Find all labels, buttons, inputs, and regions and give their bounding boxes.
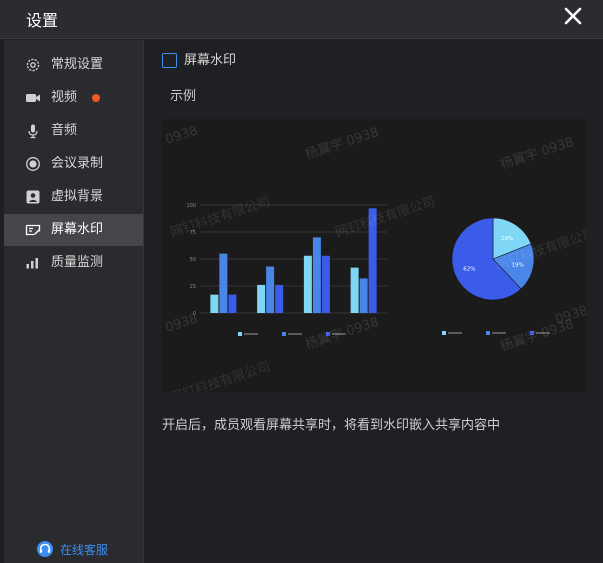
legend-marker xyxy=(486,331,490,335)
bar xyxy=(350,267,359,313)
sidebar-item-label: 音频 xyxy=(51,123,78,138)
window-title: 设置 xyxy=(26,11,59,30)
example-label: 示例 xyxy=(170,89,197,104)
watermark-description: 开启后，成员观看屏幕共享时，将看到水印嵌入共享内容中 xyxy=(162,418,501,433)
sidebar-item-screen-watermark[interactable]: 屏幕水印 xyxy=(4,214,143,246)
sidebar-item-recording[interactable]: 会议录制 xyxy=(4,148,143,180)
watermark-text: 0938 xyxy=(164,311,200,335)
pie-data-label: 19% xyxy=(501,236,513,242)
bar xyxy=(228,294,237,313)
close-button[interactable] xyxy=(559,2,587,30)
portrait-icon xyxy=(26,190,40,204)
sidebar-item-label: 视频 xyxy=(51,90,78,105)
gear-icon xyxy=(26,58,40,72)
sidebar-item-label: 屏幕水印 xyxy=(51,222,104,237)
sidebar-item-video[interactable]: 视频 xyxy=(4,82,143,114)
legend-marker xyxy=(238,332,242,336)
sidebar-item-label: 质量监测 xyxy=(51,255,104,270)
watermark-company-text: 网钉科技有限公司 xyxy=(334,194,438,240)
watermark-text: 杨翼宇 0938 xyxy=(499,135,576,173)
sidebar-item-general[interactable]: 常规设置 xyxy=(4,49,143,81)
watermark-company-text: 网钉科技有限公司 xyxy=(169,359,273,392)
video-camera-icon xyxy=(26,94,40,102)
y-tick-label: 25 xyxy=(190,284,196,290)
legend-text-placeholder xyxy=(448,332,462,334)
online-service-label: 在线客服 xyxy=(60,542,109,557)
watermark-preview: 100 75 50 25 0 19% 19% 62% 杨翼宇 0938 杨翼宇 0938 杨翼宇 0… xyxy=(162,119,586,392)
signal-bars-icon xyxy=(26,258,38,269)
bar xyxy=(210,294,219,313)
sidebar-item-virtual-background[interactable]: 虚拟背景 xyxy=(4,181,143,213)
bar xyxy=(275,284,284,313)
watermark-icon xyxy=(25,224,41,236)
bar xyxy=(303,255,312,313)
legend-text-placeholder xyxy=(244,333,258,335)
bar xyxy=(359,278,368,313)
pie-data-label: 62% xyxy=(463,266,475,272)
legend-marker xyxy=(442,331,446,335)
settings-sidebar: 常规设置 视频 音频 会议录制 虚拟背景 屏幕水印 质量监测 在线客服 xyxy=(4,40,144,563)
bar xyxy=(257,284,266,313)
sidebar-item-audio[interactable]: 音频 xyxy=(4,115,143,147)
title-bar: 设置 xyxy=(0,0,603,39)
bar xyxy=(312,237,321,313)
watermark-text: 杨翼宇 0938 xyxy=(304,315,381,353)
sidebar-item-label: 常规设置 xyxy=(51,57,104,72)
record-icon xyxy=(26,157,40,171)
watermark-text: 0938 xyxy=(164,123,200,147)
close-icon xyxy=(564,7,582,25)
notification-dot xyxy=(92,94,100,102)
bar xyxy=(321,255,330,313)
watermark-settings-panel: 屏幕水印 示例 100 75 50 25 0 19% 19% 62% 杨翼宇 0938 杨翼宇 0… xyxy=(145,40,603,563)
sidebar-item-label: 会议录制 xyxy=(51,156,104,171)
legend-text-placeholder xyxy=(492,332,506,334)
online-service-link[interactable]: 在线客服 xyxy=(36,539,108,559)
watermark-company-text: 网钉科技有限公司 xyxy=(169,194,273,240)
sidebar-item-quality[interactable]: 质量监测 xyxy=(4,247,143,279)
legend-marker xyxy=(282,332,286,336)
preview-canvas: 100755025019%19%62%杨翼宇 0938 杨翼宇 0938杨翼宇 0… xyxy=(164,123,586,392)
watermark-checkbox-label[interactable]: 屏幕水印 xyxy=(184,53,236,69)
microphone-icon xyxy=(28,124,38,139)
sidebar-item-label: 虚拟背景 xyxy=(51,189,104,204)
y-tick-label: 100 xyxy=(186,203,196,209)
watermark-text: 杨翼宇 0938 xyxy=(304,125,381,163)
bar xyxy=(266,266,275,313)
bar xyxy=(219,253,228,313)
y-tick-label: 50 xyxy=(190,257,196,263)
headset-icon xyxy=(37,541,53,557)
watermark-checkbox[interactable] xyxy=(162,53,177,68)
legend-text-placeholder xyxy=(288,333,302,335)
